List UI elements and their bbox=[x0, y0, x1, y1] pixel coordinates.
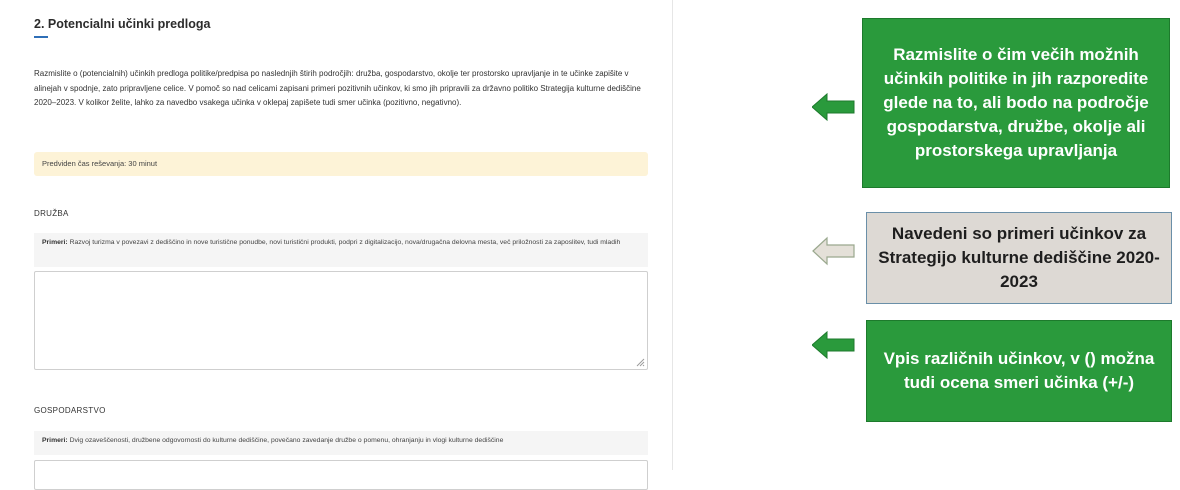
druzba-input[interactable] bbox=[34, 271, 648, 370]
resize-grip-icon[interactable] bbox=[636, 358, 645, 367]
arrow-left-green-icon bbox=[812, 92, 855, 122]
intro-text: Razmislite o (potencialnih) učinkih pred… bbox=[34, 69, 641, 107]
title-underline bbox=[34, 36, 48, 38]
gospodarstvo-input[interactable] bbox=[34, 460, 648, 490]
examples-prefix: Primeri: bbox=[42, 239, 68, 246]
group-label-druzba: DRUŽBA bbox=[34, 209, 69, 218]
examples-text: Dvig ozaveščenosti, družbene odgovornost… bbox=[69, 437, 504, 444]
examples-prefix: Primeri: bbox=[42, 437, 68, 444]
arrow-left-green-icon bbox=[812, 330, 855, 360]
callout-think-about-effects: Razmislite o čim večih možnih učinkih po… bbox=[862, 18, 1170, 188]
examples-druzba: Primeri: Razvoj turizma v povezavi z ded… bbox=[34, 233, 648, 267]
examples-text: Razvoj turizma v povezavi z dediščino in… bbox=[69, 239, 621, 246]
time-notice: Predviden čas reševanja: 30 minut bbox=[34, 152, 648, 176]
callout-examples-listed: Navedeni so primeri učinkov za Strategij… bbox=[866, 212, 1172, 304]
examples-gospodarstvo: Primeri: Dvig ozaveščenosti, družbene od… bbox=[34, 431, 648, 455]
section-title: 2. Potencialni učinki predloga bbox=[34, 17, 211, 31]
group-label-gospodarstvo: GOSPODARSTVO bbox=[34, 406, 106, 415]
arrow-left-outline-icon bbox=[812, 236, 855, 266]
callout-enter-effects: Vpis različnih učinkov, v () možna tudi … bbox=[866, 320, 1172, 422]
questionnaire-form: 2. Potencialni učinki predloga Razmislit… bbox=[0, 0, 673, 490]
